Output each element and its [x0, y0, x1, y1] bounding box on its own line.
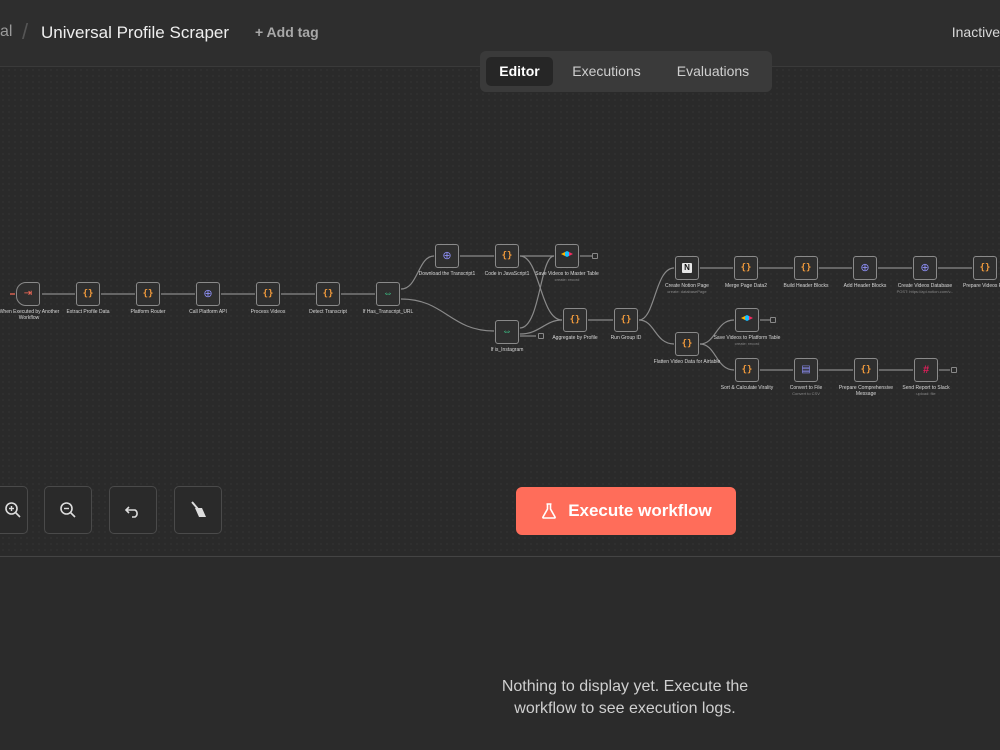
breadcrumb-separator: /	[22, 19, 29, 44]
node-merge-page-data[interactable]: {}	[734, 256, 758, 280]
code-icon: {}	[740, 262, 752, 273]
node-if-url-label: If Has_Transcript_URL	[362, 309, 414, 315]
logs-panel-header[interactable]	[0, 556, 1000, 598]
breadcrumb-folder[interactable]: al	[0, 23, 12, 41]
code-icon: {}	[860, 364, 872, 375]
logs-panel	[0, 597, 1000, 750]
node-if-insta-label: If is_Instagram	[490, 347, 524, 353]
node-save-videos-platform[interactable]	[735, 308, 759, 332]
if-icon: ⇔	[502, 326, 512, 337]
node-create-notion-page[interactable]: N	[675, 256, 699, 280]
node-create-videos-database[interactable]: ⊕	[913, 256, 937, 280]
code-icon: {}	[979, 262, 991, 273]
node-if-has-transcript-url[interactable]: ⇔	[376, 282, 400, 306]
zoom-out-button[interactable]	[44, 486, 92, 534]
zoom-in-button[interactable]	[0, 486, 28, 534]
slack-icon: #	[922, 363, 930, 376]
node-save-videos-master[interactable]	[555, 244, 579, 268]
code-icon: {}	[681, 338, 693, 349]
add-node-plus[interactable]	[770, 317, 776, 323]
code-icon: {}	[569, 314, 581, 325]
node-prepare-message[interactable]: {}	[854, 358, 878, 382]
airtable-icon	[561, 251, 573, 257]
node-if-is-instagram[interactable]: ⇔	[495, 320, 519, 344]
code-icon: {}	[82, 288, 94, 299]
code-icon: {}	[741, 364, 753, 375]
add-node-plus[interactable]	[592, 253, 598, 259]
tab-editor[interactable]: Editor	[486, 57, 553, 86]
code-icon: {}	[620, 314, 632, 325]
zoom-out-icon	[60, 502, 76, 518]
node-prepare-label: Prepare Videos Pag	[963, 283, 1000, 289]
logs-empty-message: Nothing to display yet. Execute the work…	[501, 678, 749, 717]
undo-icon	[124, 506, 138, 518]
globe-icon: ⊕	[860, 261, 870, 274]
node-detect-transcript[interactable]: {}	[316, 282, 340, 306]
status-toggle-label[interactable]: Inactive	[952, 24, 1000, 40]
execute-workflow-label: Execute workflow	[568, 501, 712, 520]
reset-zoom-button[interactable]	[109, 486, 157, 534]
add-node-plus[interactable]	[951, 367, 957, 373]
node-download-transcript[interactable]: ⊕	[435, 244, 459, 268]
code-icon: {}	[262, 288, 274, 299]
node-aggregate-by-profile[interactable]: {}	[563, 308, 587, 332]
node-flatten-video-data[interactable]: {}	[675, 332, 699, 356]
node-call-platform-api[interactable]: ⊕	[196, 282, 220, 306]
node-extract-profile-data[interactable]: {}	[76, 282, 100, 306]
tab-executions[interactable]: Executions	[560, 57, 653, 86]
notion-icon: N	[682, 263, 692, 273]
broom-icon	[191, 501, 206, 517]
node-build-header-blocks[interactable]: {}	[794, 256, 818, 280]
node-code-in-javascript[interactable]: {}	[495, 244, 519, 268]
file-icon: ▤	[801, 364, 811, 375]
node-add-header-blocks[interactable]: ⊕	[853, 256, 877, 280]
node-run-group-id[interactable]: {}	[614, 308, 638, 332]
zoom-in-icon	[5, 502, 21, 518]
airtable-icon	[741, 315, 753, 321]
tidy-up-button[interactable]	[174, 486, 222, 534]
code-icon: {}	[501, 250, 513, 261]
exit-icon: ⇥	[23, 288, 33, 299]
node-prepare-videos-page[interactable]: {}	[973, 256, 997, 280]
view-tabs: Editor Executions Evaluations	[480, 51, 772, 92]
add-tag-button[interactable]: + Add tag	[255, 24, 319, 40]
globe-icon: ⊕	[442, 249, 452, 262]
node-send-report-slack[interactable]: #	[914, 358, 938, 382]
node-slack-label: Send Report to Slack upload: file	[902, 385, 950, 396]
node-process-videos[interactable]: {}	[256, 282, 280, 306]
if-icon: ⇔	[383, 288, 393, 299]
node-rungroup-label: Run Group ID	[610, 335, 642, 341]
node-platform-router[interactable]: {}	[136, 282, 160, 306]
node-trigger[interactable]: ⇥	[16, 282, 40, 306]
node-convert-to-file[interactable]: ▤	[794, 358, 818, 382]
node-save-platform-label: Save Videos to Platform Table create: rec…	[713, 335, 781, 346]
node-save-master-label: Save Videos to Master Table create: recor…	[535, 271, 599, 282]
tab-evaluations[interactable]: Evaluations	[660, 57, 766, 86]
code-icon: {}	[142, 288, 154, 299]
globe-icon: ⊕	[920, 261, 930, 274]
globe-icon: ⊕	[203, 287, 213, 300]
execute-workflow-button[interactable]: Execute workflow	[516, 487, 736, 535]
node-sort-calculate-virality[interactable]: {}	[735, 358, 759, 382]
code-icon: {}	[800, 262, 812, 273]
flask-icon	[542, 503, 557, 519]
node-flatten-label: Flatten Video Data for Airtable	[653, 359, 721, 365]
code-icon: {}	[322, 288, 334, 299]
workflow-name[interactable]: Universal Profile Scraper	[41, 23, 229, 43]
